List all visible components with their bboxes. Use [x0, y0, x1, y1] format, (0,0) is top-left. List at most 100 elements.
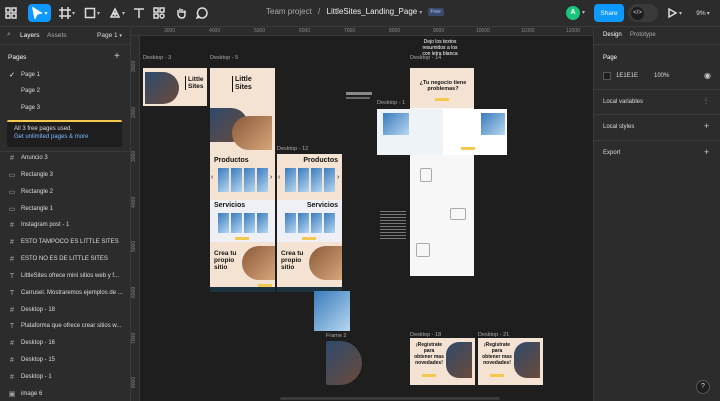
- instagram-post[interactable]: [314, 291, 350, 331]
- move-tool-button[interactable]: ▾: [28, 4, 51, 22]
- service-card: [311, 213, 322, 233]
- local-variables-label[interactable]: Local variables: [603, 99, 643, 105]
- add-export-icon[interactable]: +: [704, 147, 709, 157]
- chevron-left-icon[interactable]: ‹: [278, 174, 280, 181]
- pen-tool-button[interactable]: ▾: [107, 4, 127, 22]
- note-text-block[interactable]: [346, 92, 372, 95]
- local-styles-label[interactable]: Local styles: [603, 124, 634, 130]
- cta-button: [422, 374, 436, 377]
- background-hex-input[interactable]: 1E1E1E: [616, 73, 638, 79]
- frame-desktop-3[interactable]: Little Sites: [143, 68, 207, 106]
- layer-item[interactable]: ▭ Rectangle 2: [0, 184, 130, 200]
- frame-label[interactable]: Desktop - 3: [143, 55, 171, 61]
- frame-desktop-18[interactable]: ¡Registrate para obtener mas novedades!: [410, 338, 475, 385]
- frame-label[interactable]: Desktop - 12: [277, 146, 308, 152]
- share-button[interactable]: Share: [594, 4, 624, 22]
- file-title: Team project / LittleSites_Landing_Page ▾…: [266, 7, 444, 16]
- tab-prototype[interactable]: Prototype: [630, 32, 656, 38]
- chevron-right-icon[interactable]: ›: [337, 174, 339, 181]
- add-style-icon[interactable]: +: [704, 121, 709, 131]
- zoom-level: 9%: [696, 9, 706, 17]
- file-name[interactable]: LittleSites_Landing_Page: [327, 7, 418, 16]
- divider: [594, 114, 720, 115]
- main-menu-icon[interactable]: [2, 4, 20, 22]
- chevron-left-icon[interactable]: ‹: [211, 174, 213, 181]
- layer-item[interactable]: T LittleSites ofrece mini sitios web y f.…: [0, 268, 130, 284]
- layer-item[interactable]: ▭ Rectangle 3: [0, 167, 130, 183]
- frame-desktop-1[interactable]: [377, 109, 507, 155]
- layer-item[interactable]: # ESTO NO ES DE LITTLE SITES: [0, 251, 130, 267]
- frame-label[interactable]: Desktop - 5: [210, 55, 238, 61]
- page-item-1[interactable]: ✓ Page 1: [0, 67, 130, 83]
- page-selector[interactable]: Page 1 ▾: [97, 32, 122, 39]
- section-title: ¡Registrate para obtener mas novedades!: [482, 342, 512, 366]
- hero-image: [242, 246, 275, 280]
- shape-tool-button[interactable]: ▾: [82, 4, 102, 22]
- present-button[interactable]: ▾: [666, 4, 682, 22]
- layer-label: Instagram post - 1: [21, 222, 70, 228]
- layer-item[interactable]: # Anuncio 3: [0, 150, 130, 166]
- hand-tool-icon[interactable]: [174, 4, 188, 22]
- sliders-icon[interactable]: ⫶: [705, 97, 707, 107]
- horizontal-scrollbar[interactable]: [280, 397, 500, 400]
- page-item-2[interactable]: Page 2: [0, 83, 130, 99]
- background-color-swatch[interactable]: [603, 72, 611, 80]
- note-text[interactable]: Dejo los textos resumidos a los con letr…: [420, 39, 460, 57]
- layer-item[interactable]: T Plataforma que ofrece crear sitios w...: [0, 318, 130, 334]
- ruler-tick: 12000: [566, 28, 580, 34]
- note-text-block[interactable]: [346, 97, 370, 99]
- layer-label: Anuncio 3: [21, 155, 48, 161]
- project-name[interactable]: Team project: [266, 7, 312, 16]
- layer-item[interactable]: # Instagram post - 1: [0, 217, 130, 233]
- frame-2-image[interactable]: [326, 341, 362, 385]
- avatar[interactable]: A: [566, 6, 580, 20]
- divider: [594, 44, 720, 45]
- layer-item[interactable]: ▭ Rectangle 1: [0, 201, 130, 217]
- promo-image: [514, 342, 540, 378]
- layer-label: Rectangle 2: [21, 189, 54, 195]
- chevron-down-icon[interactable]: ▾: [419, 10, 422, 16]
- resources-icon[interactable]: [152, 4, 166, 22]
- layer-item[interactable]: ▣ image 6: [0, 386, 130, 401]
- frame-desktop-21[interactable]: ¡Registrate para obtener mas novedades!: [478, 338, 543, 385]
- tab-assets[interactable]: Assets: [47, 32, 67, 39]
- frame-desktop-products[interactable]: Productos ‹ › Servicios Crea tu propio s…: [210, 154, 275, 292]
- layer-item[interactable]: # ESTO TAMPOCO ES LITTLE SITES: [0, 234, 130, 250]
- chevron-down-icon[interactable]: ▾: [582, 9, 585, 16]
- notice-text: All 3 free pages used.: [14, 126, 73, 132]
- canvas[interactable]: Desktop - 3 Little Sites Desktop - 5 Lit…: [140, 36, 593, 401]
- product-card: [231, 168, 242, 192]
- tab-layers[interactable]: Layers: [20, 32, 40, 39]
- frame-tool-button[interactable]: ▾: [57, 4, 77, 22]
- divider: [594, 89, 720, 90]
- layer-item[interactable]: # Desktop - 15: [0, 352, 130, 368]
- ruler-tick: 10000: [476, 28, 490, 34]
- frame-desktop-12[interactable]: Productos ‹ › Servicios Crea tu propio s…: [277, 154, 342, 292]
- layer-label: image 6: [21, 391, 43, 397]
- layer-item[interactable]: # Desktop - 1: [0, 369, 130, 385]
- frame-desktop-14[interactable]: ¿Tu negocio tiene problemas?: [410, 68, 474, 276]
- frame-label[interactable]: Desktop - 1: [377, 100, 405, 106]
- note-text-block[interactable]: [380, 211, 406, 241]
- comment-icon[interactable]: [195, 4, 209, 22]
- zoom-dropdown[interactable]: 9% ▾: [692, 4, 714, 22]
- background-opacity-input[interactable]: 100%: [654, 73, 669, 79]
- text-tool-icon[interactable]: [132, 4, 146, 22]
- export-label[interactable]: Export: [603, 150, 620, 156]
- tab-design[interactable]: Design: [603, 32, 622, 38]
- layer-item[interactable]: T Carrusel. Mostraremos ejemplos de ...: [0, 285, 130, 301]
- layer-item[interactable]: # Desktop - 16: [0, 335, 130, 351]
- search-icon[interactable]: ⌕: [7, 31, 11, 39]
- service-card: [218, 213, 229, 233]
- dev-mode-toggle[interactable]: </>: [628, 4, 658, 22]
- upgrade-link[interactable]: Get unlimited pages & more: [14, 134, 115, 140]
- page-item-3[interactable]: Page 3: [0, 100, 130, 116]
- frame-label[interactable]: Frame 2: [326, 333, 346, 339]
- help-button[interactable]: ?: [696, 380, 710, 394]
- chevron-right-icon[interactable]: ›: [270, 174, 272, 181]
- layer-label: ESTO TAMPOCO ES LITTLE SITES: [21, 239, 119, 245]
- eye-icon[interactable]: ◉: [704, 71, 711, 80]
- add-page-icon[interactable]: +: [114, 51, 120, 62]
- section-title: Productos: [214, 157, 249, 164]
- layer-item[interactable]: # Desktop - 18: [0, 302, 130, 318]
